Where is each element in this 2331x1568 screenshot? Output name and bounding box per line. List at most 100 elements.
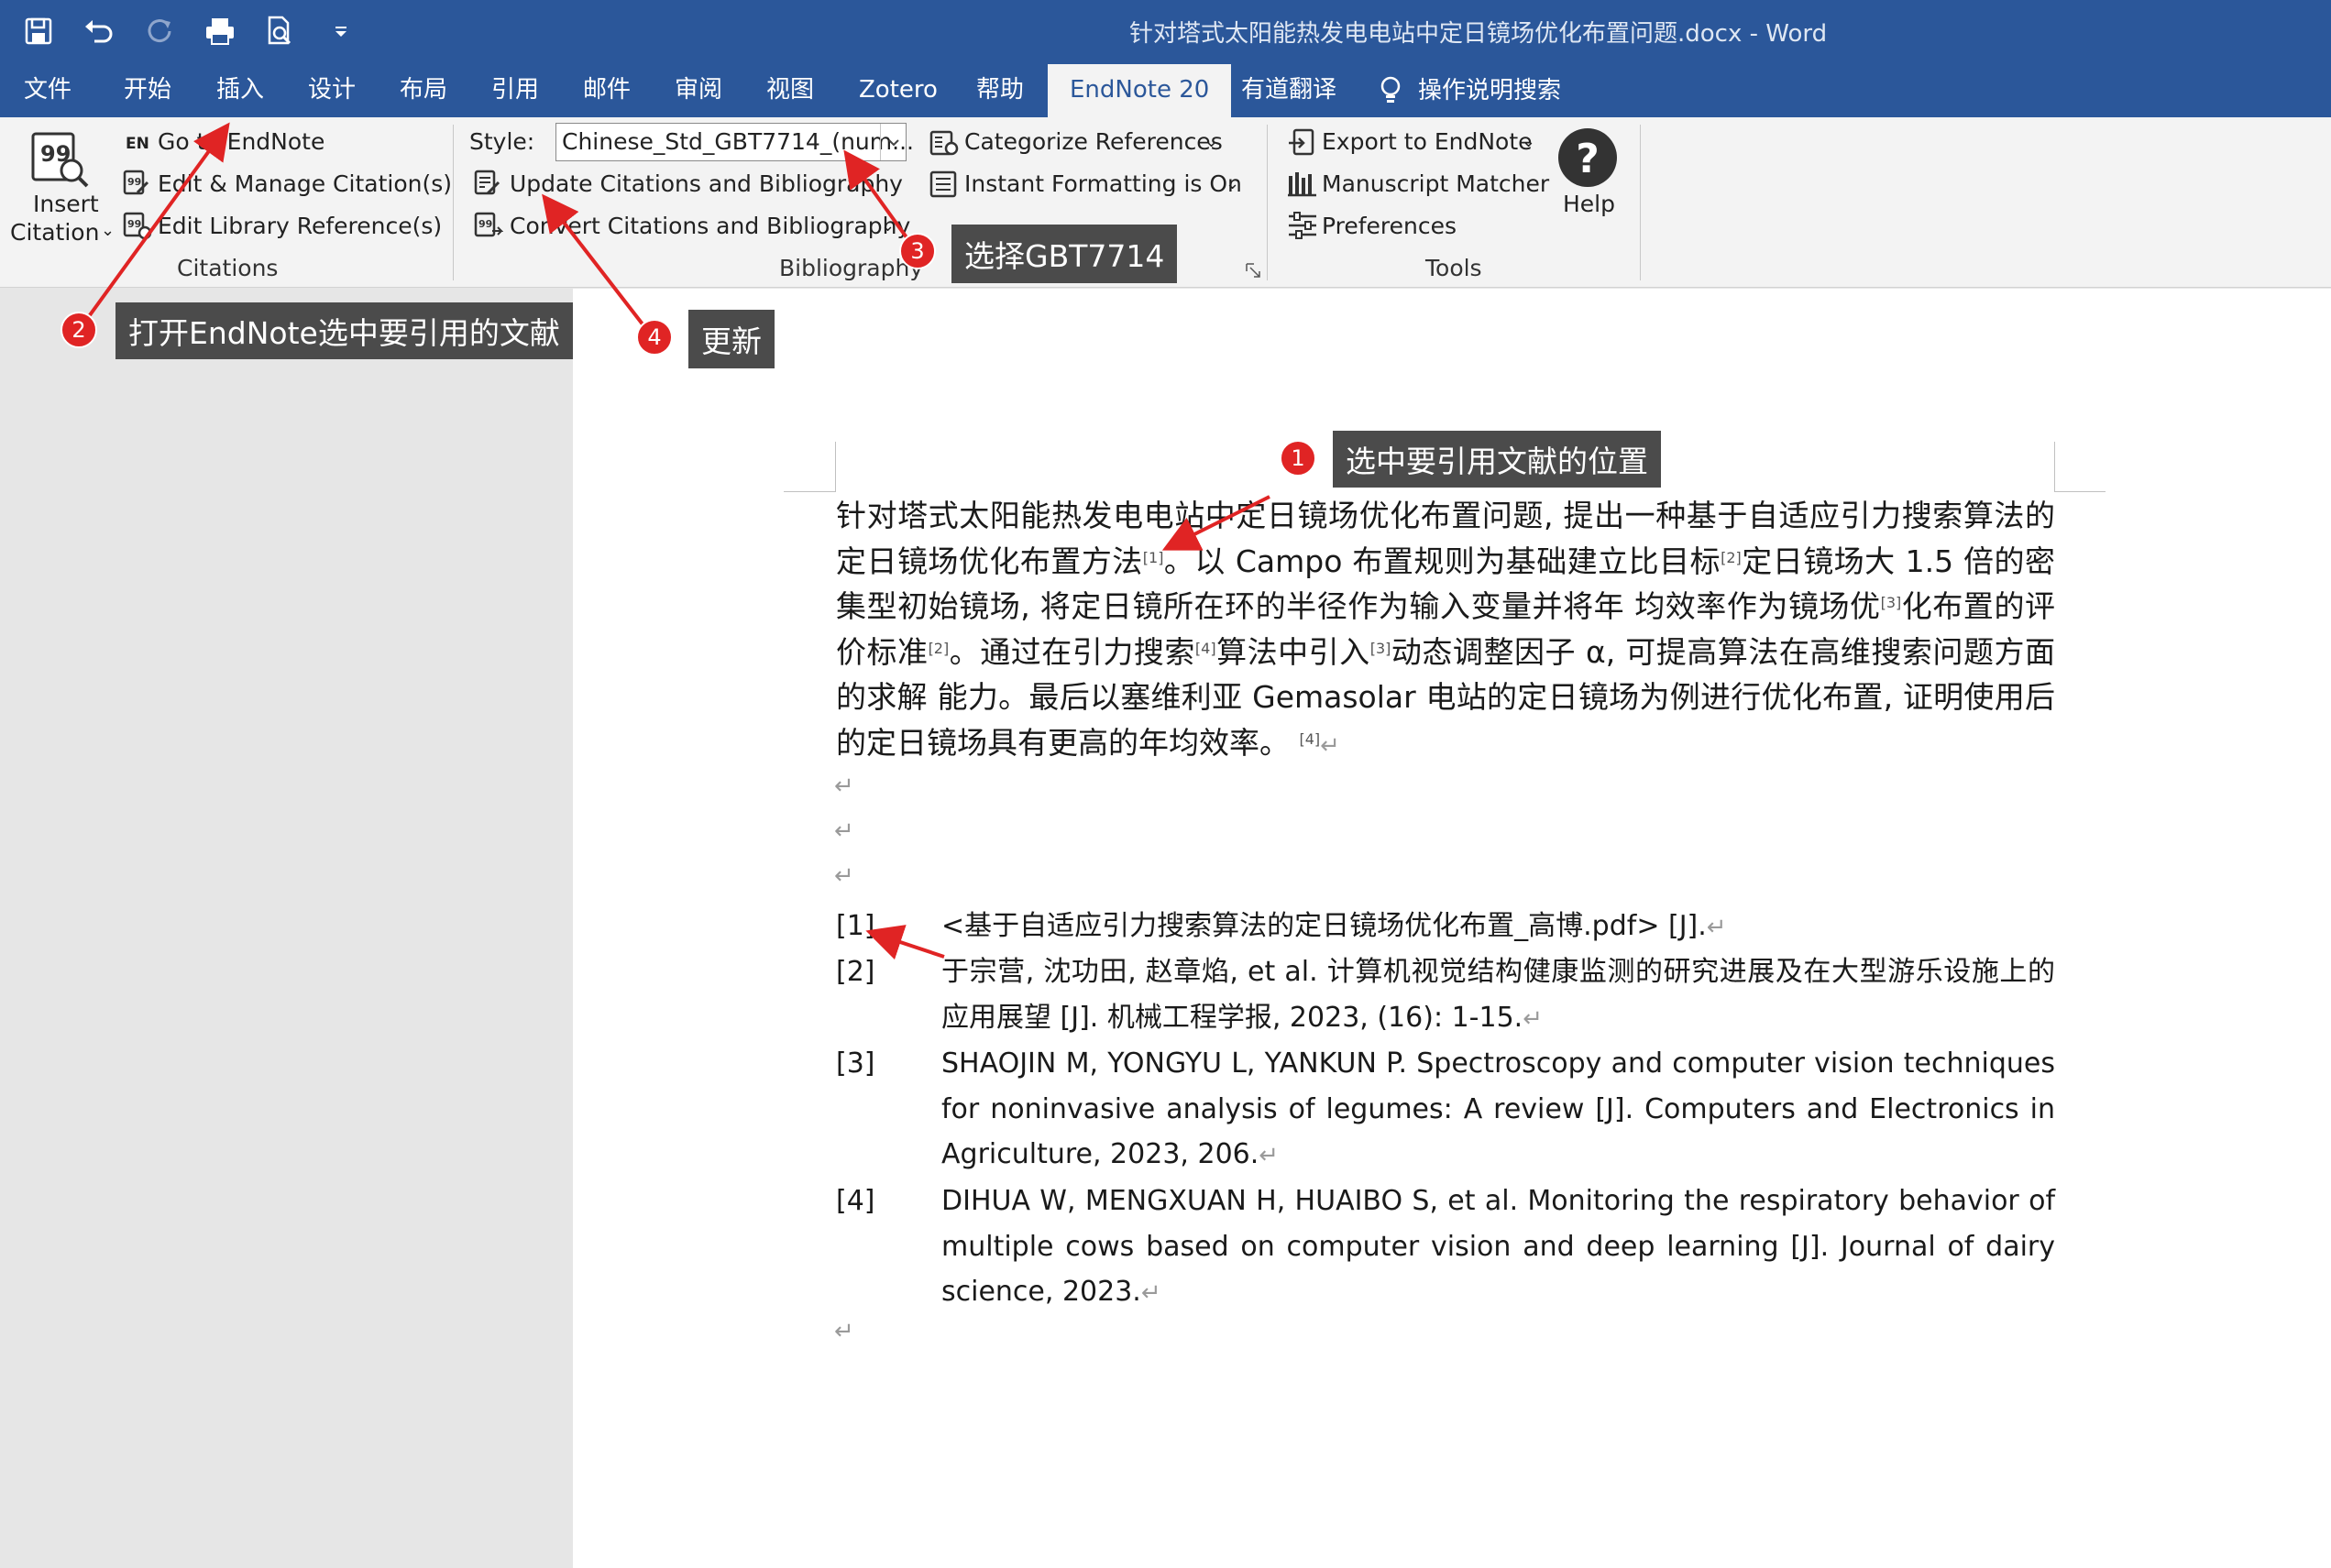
bibliography-entry[interactable]: [1] <基于自适应引力搜索算法的定日镜场优化布置_高博.pdf> [J].↵: [836, 904, 2055, 949]
annotation-badge-4: 4: [636, 319, 673, 356]
annotation-callout-4: 更新: [688, 310, 775, 368]
bibliography-entry[interactable]: [4] DIHUA W, MENGXUAN H, HUAIBO S, et al…: [836, 1179, 2055, 1316]
tab-view[interactable]: 视图: [766, 64, 814, 117]
save-icon[interactable]: [20, 13, 57, 49]
instant-formatting-dropdown-icon[interactable]: ⌄: [1226, 174, 1239, 193]
citation-marker[interactable]: [4]: [1195, 640, 1216, 657]
insert-citation-label-1[interactable]: Insert: [33, 191, 99, 217]
empty-paragraph-mark: ↵: [834, 862, 854, 890]
reference-number: [2]: [836, 956, 875, 988]
reference-text-wrap: SHAOJIN M, YONGYU L, YANKUN P. Spectrosc…: [941, 1041, 2055, 1179]
tab-mailings[interactable]: 邮件: [583, 64, 631, 117]
tab-insert[interactable]: 插入: [216, 64, 264, 117]
export-dropdown-icon[interactable]: ⌄: [1522, 132, 1535, 151]
empty-paragraph-mark: ↵: [834, 817, 854, 845]
citation-marker[interactable]: [2]: [1721, 549, 1742, 566]
tab-help[interactable]: 帮助: [976, 64, 1024, 117]
reference-text-wrap: DIHUA W, MENGXUAN H, HUAIBO S, et al. Mo…: [941, 1179, 2055, 1317]
empty-paragraph-mark: ↵: [834, 773, 854, 800]
tab-youdao[interactable]: 有道翻译: [1241, 64, 1336, 117]
tab-layout[interactable]: 布局: [400, 64, 447, 117]
svg-text:99: 99: [127, 176, 141, 188]
bibliography-entry[interactable]: [2] 于宗营, 沈功田, 赵章焰, et al. 计算机视觉结构健康监测的研究…: [836, 949, 2055, 1041]
manuscript-matcher-button[interactable]: Manuscript Matcher: [1322, 170, 1549, 197]
annotation-badge-1: 1: [1280, 440, 1316, 477]
empty-paragraph-mark: ↵: [834, 1318, 854, 1345]
bibliography-entry[interactable]: [3] SHAOJIN M, YONGYU L, YANKUN P. Spect…: [836, 1041, 2055, 1179]
preferences-icon: [1287, 211, 1318, 244]
export-to-endnote-icon: [1287, 128, 1316, 161]
quick-access-toolbar: [20, 13, 359, 49]
citation-marker[interactable]: [2]: [929, 640, 950, 657]
group-label-citations: Citations: [177, 255, 279, 281]
group-separator: [453, 125, 454, 280]
reference-text: 于宗营, 沈功田, 赵章焰, et al. 计算机视觉结构健康监测的研究进展及在…: [941, 956, 2055, 1034]
annotation-badge-3: 3: [899, 233, 936, 269]
reference-number: [1]: [836, 910, 875, 942]
margin-corner-right: [2054, 442, 2106, 492]
citation-marker[interactable]: [3]: [1881, 594, 1902, 611]
paragraph-mark: ↵: [1259, 1142, 1280, 1169]
annotation-callout-3: 选择GBT7714: [951, 225, 1178, 283]
update-citations-button[interactable]: Update Citations and Bibliography: [510, 170, 903, 197]
tab-endnote[interactable]: EndNote 20: [1048, 64, 1232, 117]
insert-citation-label-2[interactable]: Citation: [10, 219, 99, 246]
categorize-references-icon: [929, 128, 959, 161]
go-to-endnote-button[interactable]: Go to EndNote: [158, 128, 324, 155]
tab-file[interactable]: 文件: [24, 64, 71, 117]
annotation-callout-2: 打开EndNote选中要引用的文献: [115, 302, 573, 359]
insert-citation-icon[interactable]: 99: [29, 128, 92, 194]
dialog-launcher-icon[interactable]: [1245, 262, 1261, 282]
convert-citations-dropdown-icon[interactable]: ⌄: [881, 216, 895, 236]
tab-home[interactable]: 开始: [124, 64, 171, 117]
convert-citations-button[interactable]: Convert Citations and Bibliography: [510, 213, 910, 239]
edit-manage-citations-button[interactable]: Edit & Manage Citation(s): [158, 170, 452, 197]
categorize-dropdown-icon[interactable]: ⌄: [1204, 132, 1218, 151]
tell-me-label: 操作说明搜索: [1418, 77, 1562, 104]
redo-icon[interactable]: [141, 13, 178, 49]
help-icon[interactable]: ?: [1556, 126, 1619, 192]
citation-marker[interactable]: [4]: [1300, 730, 1321, 748]
group-separator: [1640, 125, 1641, 280]
edit-library-reference-button[interactable]: Edit Library Reference(s): [158, 213, 442, 239]
ribbon-tabs: 文件 开始 插入 设计 布局 引用 邮件 审阅 视图 Zotero 帮助 End…: [0, 64, 2331, 117]
undo-icon[interactable]: [81, 13, 117, 49]
reference-text: DIHUA W, MENGXUAN H, HUAIBO S, et al. Mo…: [941, 1185, 2055, 1308]
para-text: 。以 Campo 布置规则为基础建立比目标: [1163, 543, 1721, 579]
update-citations-icon: [474, 169, 501, 200]
style-dropdown[interactable]: Chinese_Std_GBT7714_(num...: [555, 123, 914, 161]
reference-number: [4]: [836, 1185, 875, 1217]
svg-text:99: 99: [127, 218, 141, 230]
instant-formatting-button[interactable]: Instant Formatting is On: [964, 170, 1242, 197]
insert-citation-dropdown-icon[interactable]: ⌄: [101, 221, 115, 240]
endnote-en-icon: EN: [126, 135, 149, 153]
preferences-button[interactable]: Preferences: [1322, 213, 1457, 239]
paragraph-mark: ↵: [1320, 731, 1340, 760]
tab-review[interactable]: 审阅: [675, 64, 722, 117]
tell-me-search[interactable]: 操作说明搜索: [1380, 64, 1561, 117]
print-preview-icon[interactable]: [262, 13, 299, 49]
help-button-label[interactable]: Help: [1563, 191, 1615, 217]
manuscript-matcher-icon: [1287, 169, 1318, 202]
customize-icon[interactable]: [323, 13, 359, 49]
navigation-gutter: [0, 289, 573, 1568]
style-dropdown-value: Chinese_Std_GBT7714_(num...: [562, 128, 914, 155]
chevron-down-icon[interactable]: [880, 124, 906, 160]
citation-marker[interactable]: [1]: [1143, 549, 1164, 566]
paragraph-mark: ↵: [1523, 1004, 1544, 1033]
window-title: 针对塔式太阳能热发电电站中定日镜场优化布置问题.docx - Word: [1129, 20, 1828, 48]
categorize-references-button[interactable]: Categorize References: [964, 128, 1223, 155]
title-bar: 针对塔式太阳能热发电电站中定日镜场优化布置问题.docx - Word: [0, 0, 2331, 64]
body-paragraph[interactable]: 针对塔式太阳能热发电电站中定日镜场优化布置问题, 提出一种基于自适应引力搜索算法…: [836, 493, 2055, 769]
tab-zotero[interactable]: Zotero: [859, 64, 938, 117]
word-window: 针对塔式太阳能热发电电站中定日镜场优化布置问题.docx - Word 文件 开…: [0, 0, 2331, 1568]
export-to-endnote-button[interactable]: Export to EndNote: [1322, 128, 1533, 155]
tab-references[interactable]: 引用: [491, 64, 539, 117]
tab-design[interactable]: 设计: [308, 64, 356, 117]
annotation-callout-1: 选中要引用文献的位置: [1333, 431, 1661, 488]
margin-corner-left: [784, 442, 836, 492]
print-icon[interactable]: [202, 13, 238, 49]
citation-marker[interactable]: [3]: [1370, 640, 1391, 657]
convert-citations-icon: 99: [474, 211, 504, 242]
reference-text: <基于自适应引力搜索算法的定日镜场优化布置_高博.pdf> [J].: [941, 910, 1707, 942]
